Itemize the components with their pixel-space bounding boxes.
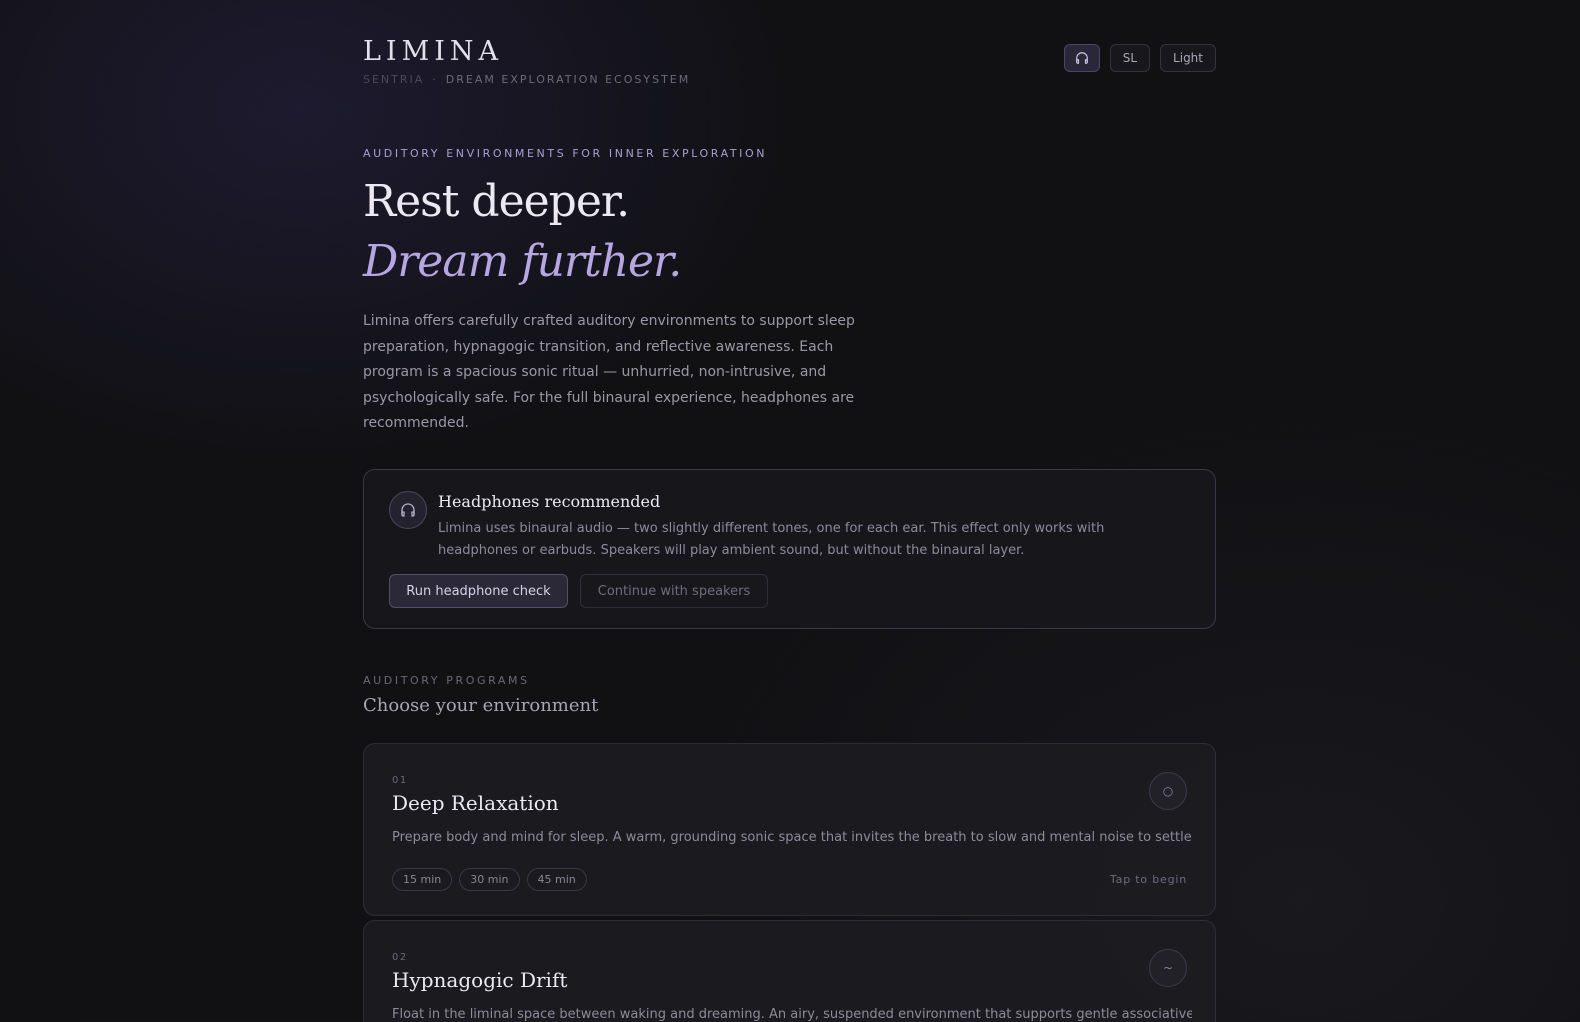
headphones-icon [401, 503, 415, 517]
duration-chip-15[interactable]: 15 min [392, 868, 453, 891]
language-button[interactable]: SL [1109, 44, 1151, 72]
headphones-icon [1075, 52, 1088, 64]
program-title: Hypnagogic Drift [392, 968, 568, 992]
brand-tagline: DREAM EXPLORATION ECOSYSTEM [445, 73, 691, 86]
program-card-hypnagogic-drift[interactable]: 02 Hypnagogic Drift Float in the liminal… [363, 920, 1216, 1022]
run-headphone-check-button[interactable]: Run headphone check [389, 574, 568, 608]
headphones-card-icon [389, 491, 427, 529]
programs-title: Choose your environment [363, 695, 599, 716]
brand-separator: · [432, 73, 438, 86]
headphones-card: Headphones recommended Limina uses binau… [363, 469, 1216, 629]
program-description: Prepare body and mind for sleep. A warm,… [392, 830, 1192, 845]
headphones-card-title: Headphones recommended [438, 492, 661, 511]
headphones-card-body: Limina uses binaural audio — two slightl… [438, 521, 1105, 558]
brand: LIMINA SENTRIA · DREAM EXPLORATION ECOSYST… [363, 36, 690, 86]
logo[interactable]: LIMINA [363, 36, 690, 67]
duration-chip-45[interactable]: 45 min [526, 868, 587, 891]
header-controls: SL Light [1063, 44, 1216, 72]
hero-eyebrow: AUDITORY ENVIRONMENTS FOR INNER EXPLORAT… [363, 147, 768, 160]
brand-parent: SENTRIA [363, 73, 425, 86]
theme-toggle-button[interactable]: Light [1160, 44, 1216, 72]
duration-options: 15 min 30 min 45 min [392, 868, 587, 891]
continue-with-speakers-button[interactable]: Continue with speakers [580, 574, 768, 608]
hero-headline: Rest deeper. [363, 176, 630, 227]
program-title: Deep Relaxation [392, 791, 559, 815]
hero-intro: Limina offers carefully crafted auditory… [363, 313, 855, 431]
headphones-toggle-button[interactable] [1063, 44, 1100, 72]
tap-to-begin-label[interactable]: Tap to begin [1110, 873, 1187, 886]
duration-chip-30[interactable]: 30 min [459, 868, 520, 891]
hero-headline-accent: Dream further. [363, 236, 682, 287]
program-description: Float in the liminal space between wakin… [392, 1007, 1192, 1022]
brand-subline: SENTRIA · DREAM EXPLORATION ECOSYSTEM [363, 73, 690, 86]
program-number: 01 [392, 775, 408, 786]
wave-icon: ~ [1149, 949, 1187, 987]
program-card-deep-relaxation[interactable]: 01 Deep Relaxation Prepare body and mind… [363, 743, 1216, 916]
program-number: 02 [392, 952, 408, 963]
circle-icon: ○ [1149, 772, 1187, 810]
programs-eyebrow: AUDITORY PROGRAMS [363, 674, 530, 687]
